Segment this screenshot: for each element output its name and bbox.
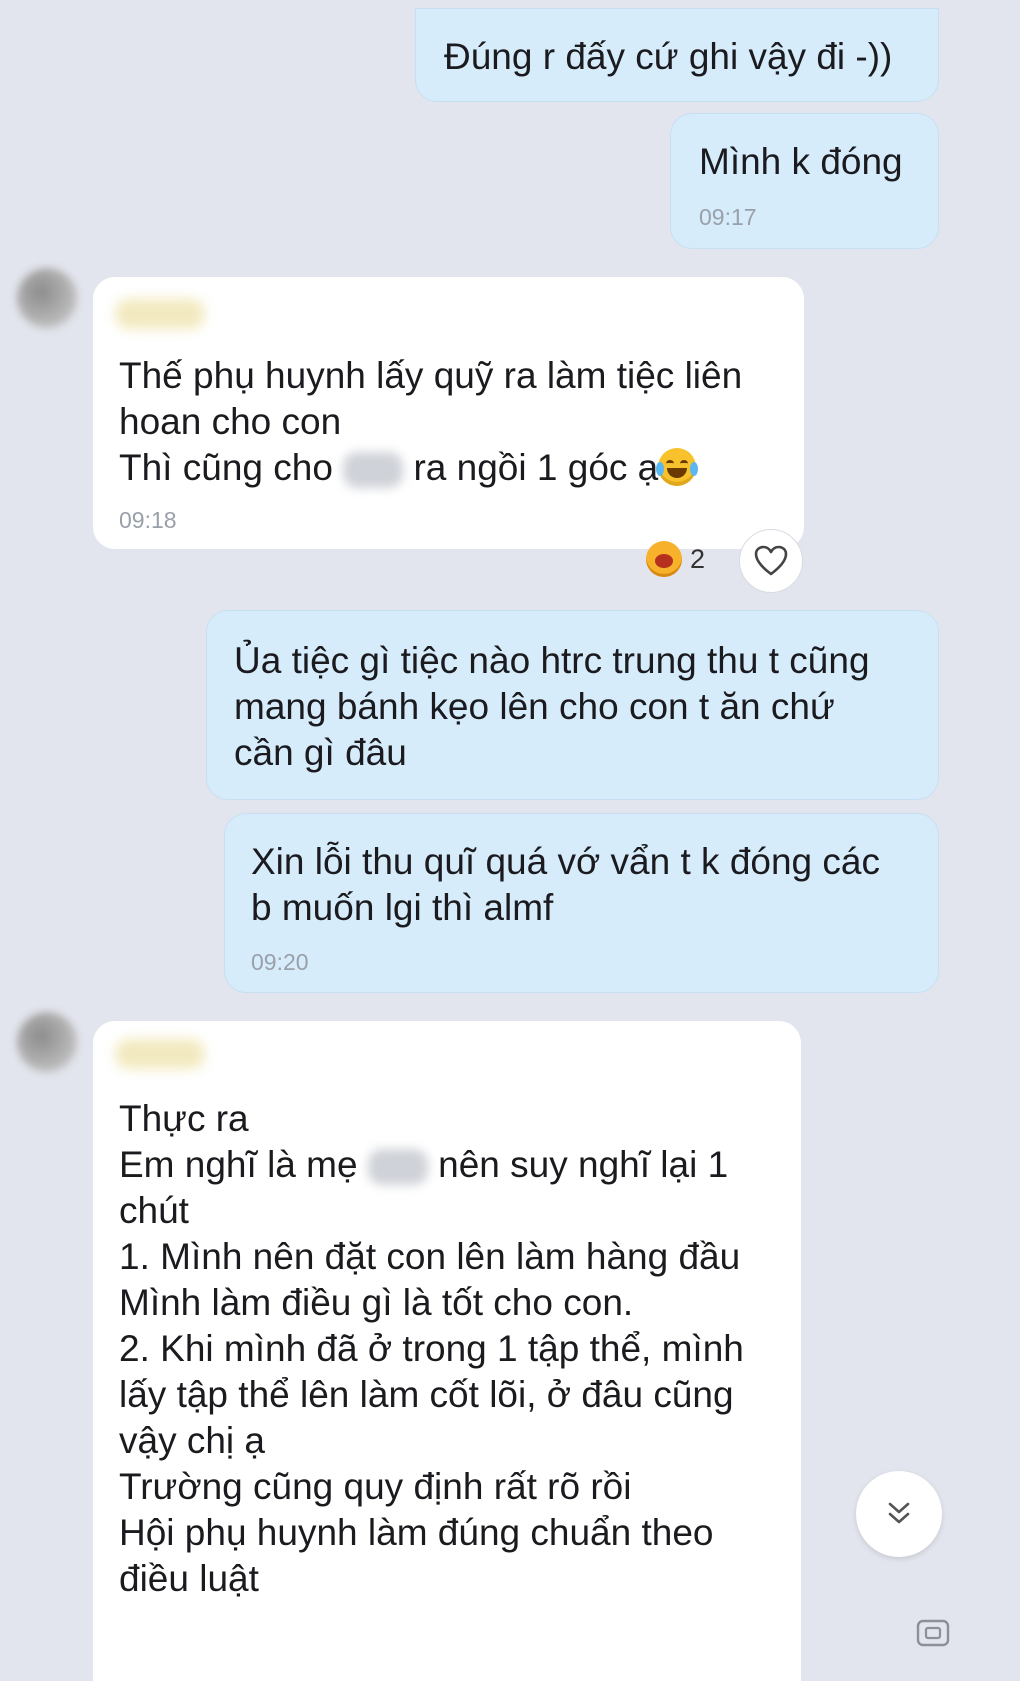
message-text: lấy tập thể lên làm cốt lõi, ở đâu cũng [119,1374,734,1415]
message-text: 1. Mình nên đặt con lên làm hàng đầu [119,1236,741,1277]
message-text: vậy chị ạ [119,1420,266,1461]
sender-name-blurred [115,1039,205,1069]
incoming-message-2[interactable]: Thực ra Em nghĩ là mẹ nên suy nghĩ lại 1… [93,1021,801,1681]
message-text: Thực ra [119,1098,249,1139]
message-text: b muốn lgi thì almf [251,887,554,928]
screenshot-frame-icon[interactable] [915,1618,951,1648]
outgoing-message-2[interactable]: Mình k đóng 09:17 [670,113,939,249]
message-text: cần gì đâu [234,732,407,773]
message-text: Mình k đóng [699,141,903,182]
name-blurred [367,1149,428,1186]
message-timestamp: 09:17 [699,204,757,230]
message-text: mang bánh kẹo lên cho con t ăn chứ [234,686,835,727]
message-text: Ủa tiệc gì tiệc nào htrc trung thu t cũn… [234,640,870,681]
message-text-line: Em nghĩ là mẹ nên suy nghĩ lại 1 [119,1141,728,1189]
message-text: hoan cho con [119,401,342,442]
sender-avatar[interactable] [17,1012,77,1072]
crying-laugh-emoji-icon [646,541,682,577]
name-blurred [343,452,404,489]
laughing-tears-emoji [656,448,699,487]
message-text: Thế phụ huynh lấy quỹ ra làm tiệc liên [119,355,743,396]
message-text: Em nghĩ là mẹ [119,1144,358,1185]
message-text: chút [119,1190,189,1231]
scroll-to-bottom-button[interactable] [856,1471,942,1557]
message-text: điều luật [119,1558,259,1599]
reaction-count: 2 [690,543,706,574]
message-timestamp: 09:20 [251,949,309,975]
message-text: Thì cũng cho [119,447,333,488]
sender-name-blurred [115,299,205,329]
message-text: Trường cũng quy định rất rõ rồi [119,1466,632,1507]
message-timestamp: 09:18 [119,507,177,533]
reaction-summary[interactable]: 2 [640,537,711,581]
message-text: Đúng r đấy cứ ghi vậy đi -)) [444,36,893,77]
incoming-message-1[interactable]: Thế phụ huynh lấy quỹ ra làm tiệc liên h… [93,277,804,549]
message-text: Xin lỗi thu quĩ quá vớ vẩn t k đóng các [251,841,880,882]
message-text: nên suy nghĩ lại 1 [438,1144,729,1185]
heart-outline-icon [754,545,788,576]
message-text: ra ngồi 1 góc ạ [413,447,659,488]
sender-avatar[interactable] [17,268,77,328]
like-button[interactable] [739,529,803,593]
outgoing-message-3[interactable]: Ủa tiệc gì tiệc nào htrc trung thu t cũn… [206,610,939,800]
chevron-double-down-icon [888,1502,910,1524]
outgoing-message-1[interactable]: Đúng r đấy cứ ghi vậy đi -)) [415,8,939,102]
outgoing-message-4[interactable]: Xin lỗi thu quĩ quá vớ vẩn t k đóng các … [224,813,939,993]
message-text: Mình làm điều gì là tốt cho con. [119,1282,634,1323]
message-text: 2. Khi mình đã ở trong 1 tập thể, mình [119,1328,744,1369]
message-text: Hội phụ huynh làm đúng chuẩn theo [119,1512,714,1553]
message-text-line: Thì cũng cho ra ngồi 1 góc ạ [119,444,699,492]
